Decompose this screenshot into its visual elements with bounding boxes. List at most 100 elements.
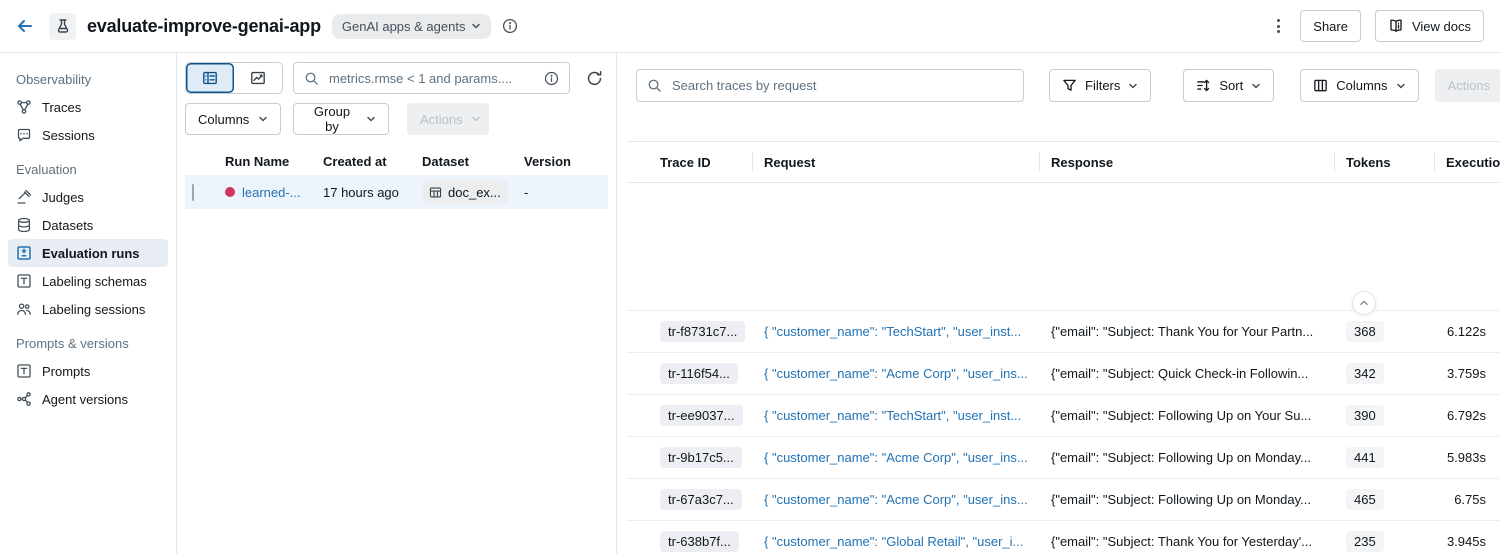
col-header-execution[interactable]: Execution (1434, 142, 1500, 182)
sidebar-item-sessions[interactable]: Sessions (8, 121, 168, 149)
run-name-link[interactable]: learned-... (242, 185, 301, 200)
trace-id-chip[interactable]: tr-67a3c7... (660, 489, 742, 510)
sidebar-item-label: Prompts (42, 364, 90, 379)
runs-filter-input[interactable] (327, 70, 536, 87)
col-header-response[interactable]: Response (1039, 142, 1334, 182)
header-left: evaluate-improve-genai-app GenAI apps & … (12, 3, 518, 48)
trace-row[interactable]: tr-67a3c7... { "customer_name": "Acme Co… (627, 478, 1500, 520)
trace-request-link[interactable]: { "customer_name": "Acme Corp", "user_in… (752, 492, 1039, 507)
table-view-button[interactable] (186, 63, 234, 93)
chevron-down-icon (471, 114, 481, 124)
refresh-icon (586, 70, 603, 87)
chart-view-button[interactable] (234, 63, 282, 93)
tokens-badge: 342 (1346, 363, 1384, 384)
database-icon (16, 217, 32, 233)
sort-button[interactable]: Sort (1183, 69, 1274, 102)
view-docs-label: View docs (1412, 19, 1471, 34)
main-content: Observability Traces Sessions Evaluation (0, 53, 1500, 554)
row-checkbox[interactable] (192, 184, 194, 201)
sidebar-item-evaluation-runs[interactable]: Evaluation runs (8, 239, 168, 267)
run-status-dot (225, 187, 235, 197)
trace-id-chip[interactable]: tr-638b7f... (660, 531, 739, 552)
trace-row[interactable]: tr-f8731c7... { "customer_name": "TechSt… (627, 310, 1500, 352)
columns-icon (1313, 78, 1328, 93)
trace-response: {"email": "Subject: Thank You for Your P… (1039, 324, 1334, 339)
col-header-trace-id[interactable]: Trace ID (627, 142, 752, 182)
traces-columns-button[interactable]: Columns (1300, 69, 1418, 102)
tokens-badge: 390 (1346, 405, 1384, 426)
group-by-button[interactable]: Group by (293, 103, 389, 135)
sidebar-item-agent-versions[interactable]: Agent versions (8, 385, 168, 413)
sidebar-item-label: Traces (42, 100, 81, 115)
actions-label: Actions (420, 112, 463, 127)
sidebar: Observability Traces Sessions Evaluation (0, 53, 177, 554)
runs-table-header: Run Name Created at Dataset Version (185, 147, 608, 175)
sidebar-item-prompts[interactable]: Prompts (8, 357, 168, 385)
scroll-to-top-button[interactable] (1352, 291, 1376, 315)
dataset-name: doc_ex... (448, 185, 501, 200)
col-header-tokens[interactable]: Tokens (1334, 142, 1434, 182)
back-button[interactable] (12, 13, 38, 39)
run-row[interactable]: learned-... 17 hours ago doc_ex... - (185, 175, 608, 209)
trace-id-chip[interactable]: tr-f8731c7... (660, 321, 745, 342)
page-title: evaluate-improve-genai-app (87, 16, 321, 37)
sidebar-item-labeling-schemas[interactable]: Labeling schemas (8, 267, 168, 295)
trace-request-link[interactable]: { "customer_name": "Acme Corp", "user_in… (752, 366, 1039, 381)
section-label: Evaluation (0, 155, 176, 183)
runs-columns-button[interactable]: Columns (185, 103, 281, 135)
dataset-chip[interactable]: doc_ex... (422, 181, 508, 203)
chevron-down-icon (366, 114, 376, 124)
trace-response: {"email": "Subject: Following Up on Mond… (1039, 450, 1334, 465)
col-header-request[interactable]: Request (752, 142, 1039, 182)
col-header-run-name[interactable]: Run Name (225, 154, 323, 169)
sidebar-item-label: Labeling sessions (42, 302, 145, 317)
view-docs-button[interactable]: View docs (1375, 10, 1484, 42)
trace-request-link[interactable]: { "customer_name": "Acme Corp", "user_in… (752, 450, 1039, 465)
chevron-down-icon (258, 114, 268, 124)
col-header-created-at[interactable]: Created at (323, 154, 422, 169)
group-by-label: Group by (306, 104, 358, 134)
trace-row[interactable]: tr-9b17c5... { "customer_name": "Acme Co… (627, 436, 1500, 478)
trace-id-chip[interactable]: tr-ee9037... (660, 405, 743, 426)
trace-request-link[interactable]: { "customer_name": "Global Retail", "use… (752, 534, 1039, 549)
traces-table-header: Trace ID Request Response Tokens Executi… (627, 141, 1500, 183)
filter-info-icon[interactable] (544, 71, 559, 86)
traces-search-box (636, 69, 1024, 102)
sidebar-item-label: Labeling schemas (42, 274, 147, 289)
share-button[interactable]: Share (1300, 10, 1361, 42)
trace-response: {"email": "Subject: Following Up on Mond… (1039, 492, 1334, 507)
sidebar-item-judges[interactable]: Judges (8, 183, 168, 211)
trace-request-link[interactable]: { "customer_name": "TechStart", "user_in… (752, 408, 1039, 423)
people-icon (16, 301, 32, 317)
execution-time: 5.983s (1434, 450, 1500, 465)
sidebar-section-observability: Observability Traces Sessions (0, 65, 176, 149)
col-header-version[interactable]: Version (524, 154, 608, 169)
traces-search-input[interactable] (670, 77, 1013, 94)
columns-label: Columns (1336, 78, 1387, 93)
execution-time: 3.945s (1434, 534, 1500, 549)
runs-actions-button[interactable]: Actions (407, 103, 489, 135)
sidebar-item-traces[interactable]: Traces (8, 93, 168, 121)
columns-label: Columns (198, 112, 249, 127)
experiment-type-badge[interactable]: GenAI apps & agents (332, 14, 492, 39)
trace-row[interactable]: tr-638b7f... { "customer_name": "Global … (627, 520, 1500, 554)
header-right: Share View docs (1271, 10, 1484, 42)
traces-actions-button[interactable]: Actions (1435, 69, 1500, 102)
filters-button[interactable]: Filters (1049, 69, 1151, 102)
filters-label: Filters (1085, 78, 1120, 93)
sidebar-item-labeling-sessions[interactable]: Labeling sessions (8, 295, 168, 323)
chevron-up-icon (1358, 297, 1370, 309)
app-header: evaluate-improve-genai-app GenAI apps & … (0, 0, 1500, 53)
overflow-menu-icon[interactable] (1271, 15, 1286, 37)
trace-row[interactable]: tr-ee9037... { "customer_name": "TechSta… (627, 394, 1500, 436)
trace-id-chip[interactable]: tr-116f54... (660, 363, 738, 384)
trace-row[interactable]: tr-116f54... { "customer_name": "Acme Co… (627, 352, 1500, 394)
sidebar-item-datasets[interactable]: Datasets (8, 211, 168, 239)
col-header-dataset[interactable]: Dataset (422, 154, 524, 169)
info-icon[interactable] (502, 18, 518, 34)
trace-request-link[interactable]: { "customer_name": "TechStart", "user_in… (752, 324, 1039, 339)
runs-toolbar (185, 62, 608, 94)
sort-icon (1196, 78, 1211, 93)
trace-id-chip[interactable]: tr-9b17c5... (660, 447, 742, 468)
refresh-button[interactable] (580, 64, 608, 92)
